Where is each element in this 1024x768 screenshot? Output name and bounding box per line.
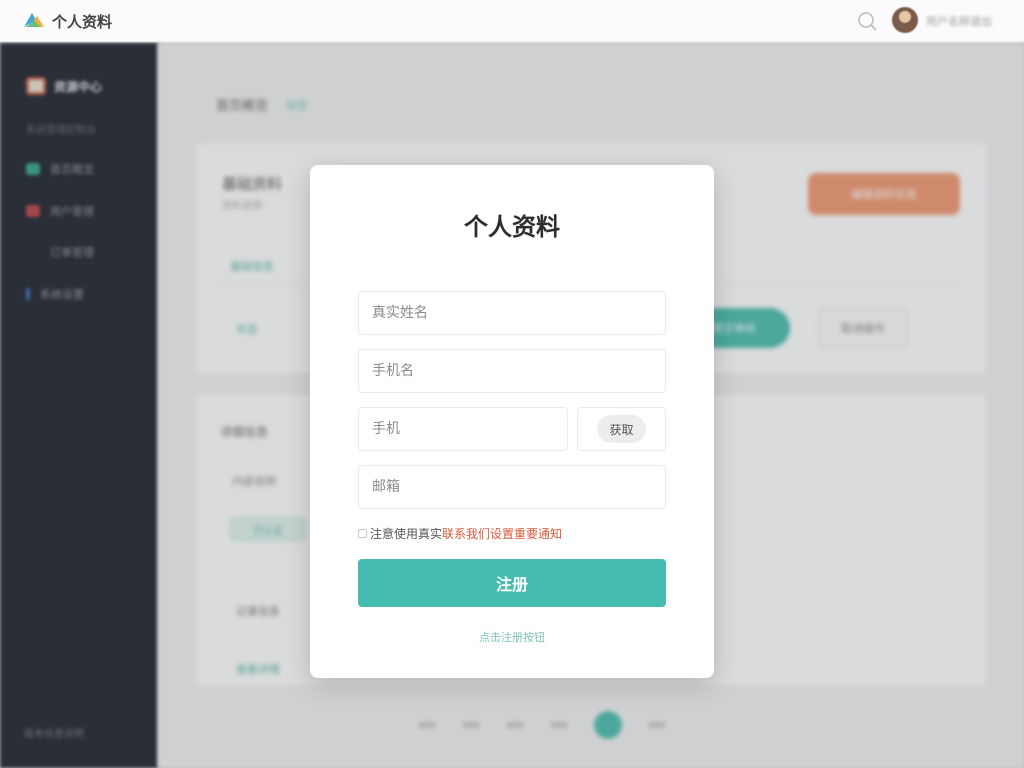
phone-input[interactable] — [358, 407, 568, 451]
register-hint-link[interactable]: 点击注册按钮 — [310, 629, 714, 645]
register-button[interactable]: 注册 — [358, 559, 666, 607]
logo-icon — [24, 13, 44, 27]
top-bar: 个人资料 用户名称 退出 — [0, 0, 1024, 42]
agreement-link[interactable]: 联系我们设置重要通知 — [442, 525, 562, 542]
agreement-text: 注意使用真实 — [370, 527, 443, 541]
logout-link[interactable]: 退出 — [970, 13, 992, 29]
get-code-button[interactable]: 获取 — [597, 415, 646, 443]
user-name[interactable]: 用户名称 — [926, 13, 970, 29]
real-name-input[interactable] — [358, 291, 666, 335]
search-icon[interactable] — [856, 10, 878, 32]
modal-title: 个人资料 — [464, 213, 560, 241]
app-title: 个人资料 — [52, 13, 113, 31]
agreement-checkbox[interactable] — [358, 529, 367, 538]
email-input[interactable] — [358, 465, 666, 509]
avatar[interactable] — [892, 7, 918, 33]
profile-modal: 个人资料 获取 注意使用真实 联系我们设置重要通知 注册 点击注册按钮 — [310, 165, 714, 678]
phone-name-input[interactable] — [358, 349, 666, 393]
verification-code-box: 获取 — [577, 407, 666, 451]
agreement-row: 注意使用真实 联系我们设置重要通知 — [358, 525, 562, 542]
